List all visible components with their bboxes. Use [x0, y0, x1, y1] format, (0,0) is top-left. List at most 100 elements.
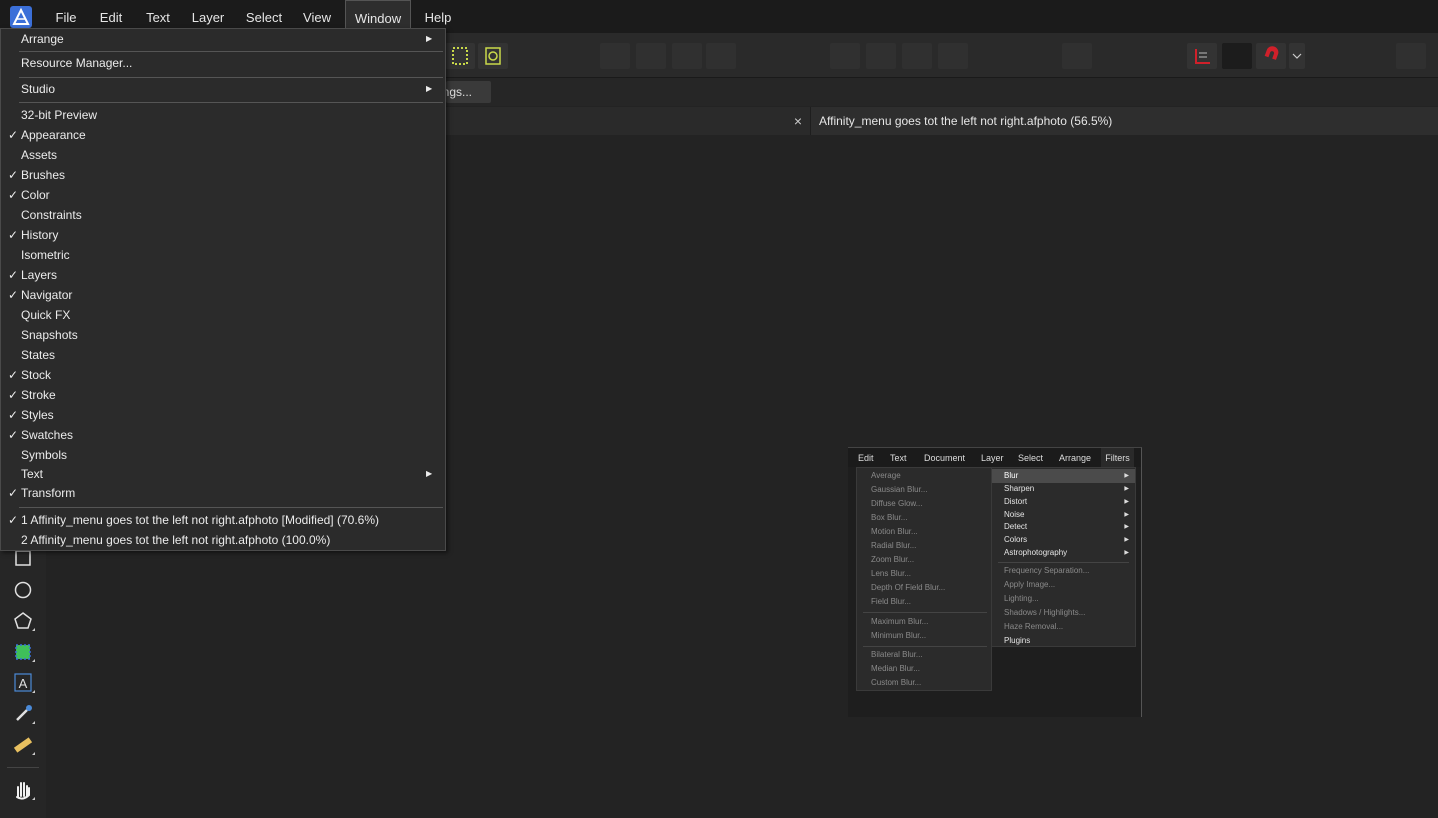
embedded-screenshot: Edit Text Document Layer Select Arrange … [848, 447, 1142, 717]
menu-item-brushes[interactable]: ✓ Brushes [1, 165, 445, 185]
embedded-submenu-arrow-icon: ▶ [1124, 524, 1129, 530]
frame-tool-icon[interactable] [8, 638, 38, 666]
embedded-blur-item: Custom Blur... [871, 678, 922, 687]
embedded-filter-item: Apply Image... [1004, 580, 1056, 589]
embedded-separator [998, 562, 1129, 563]
menu-item-constraints[interactable]: Constraints [1, 205, 445, 225]
embedded-filter-plugins: Plugins [1004, 636, 1031, 645]
ellipse-tool-icon[interactable] [8, 576, 38, 604]
distribute-icon[interactable] [938, 43, 968, 69]
affinity-photo-logo-icon[interactable] [10, 6, 32, 28]
snapping-dropdown-chevron-icon[interactable] [1289, 43, 1305, 69]
arrange-backward-icon[interactable] [636, 43, 666, 69]
embedded-menu-text: Text [890, 453, 907, 463]
embedded-filter-distort: Distort ▶ [992, 495, 1135, 509]
checkmark-icon: ✓ [8, 368, 19, 382]
polygon-tool-icon[interactable] [8, 607, 38, 635]
align-icon[interactable] [902, 43, 932, 69]
submenu-arrow-icon: ▶ [426, 34, 433, 43]
menu-separator [19, 507, 443, 508]
embedded-menu-layer: Layer [981, 453, 1004, 463]
menu-item-styles[interactable]: ✓ Styles [1, 405, 445, 425]
embedded-filter-item: Haze Removal... [1004, 622, 1064, 631]
measure-tool-icon[interactable] [8, 731, 38, 759]
menu-item-color[interactable]: ✓ Color [1, 185, 445, 205]
menu-item-document-1[interactable]: ✓ 1 Affinity_menu goes tot the left not r… [1, 510, 445, 530]
rotate-icon[interactable] [866, 43, 896, 69]
checkmark-icon: ✓ [8, 408, 19, 422]
menu-item-states[interactable]: States [1, 345, 445, 365]
embedded-blur-item: Bilateral Blur... [871, 650, 923, 659]
menu-item-symbols[interactable]: Symbols [1, 445, 445, 465]
embedded-filter-item: Lighting... [1004, 594, 1039, 603]
menu-item-snapshots[interactable]: Snapshots [1, 325, 445, 345]
pixel-preview-icon[interactable] [1222, 43, 1252, 69]
embedded-filter-sharpen: Sharpen ▶ [992, 482, 1135, 496]
embedded-submenu-arrow-icon: ▶ [1124, 537, 1129, 543]
menu-item-navigator[interactable]: ✓ Navigator [1, 285, 445, 305]
checkmark-icon: ✓ [8, 486, 19, 500]
document-tab-2[interactable]: Affinity_menu goes tot the left not righ… [811, 107, 1438, 135]
embedded-blur-item: Gaussian Blur... [871, 485, 928, 494]
checkmark-icon: ✓ [8, 188, 19, 202]
assistant-icon[interactable] [1396, 43, 1426, 69]
menu-item-text[interactable]: Text ▶ [1, 464, 445, 484]
menu-item-studio[interactable]: Studio ▶ [1, 79, 445, 99]
arrange-front-icon[interactable] [706, 43, 736, 69]
menu-item-stroke[interactable]: ✓ Stroke [1, 385, 445, 405]
embedded-blur-item: Diffuse Glow... [871, 499, 923, 508]
embedded-filter-astrophotography: Astrophotography ▶ [992, 546, 1135, 560]
menu-item-arrange[interactable]: Arrange ▶ [1, 29, 445, 49]
checkmark-icon: ✓ [8, 268, 19, 282]
settings-button[interactable]: ings... [446, 81, 491, 103]
snapping-grid-icon[interactable] [1187, 43, 1217, 69]
embedded-blur-item: Field Blur... [871, 597, 912, 606]
embedded-separator [863, 646, 987, 647]
menu-item-32bit-preview[interactable]: 32-bit Preview [1, 105, 445, 125]
text-tool-icon[interactable]: A [8, 669, 38, 697]
menu-item-assets[interactable]: Assets [1, 145, 445, 165]
insert-icon[interactable] [1062, 43, 1092, 69]
selection-box-icon[interactable] [445, 43, 475, 69]
color-picker-tool-icon[interactable] [8, 700, 38, 728]
arrange-forward-icon[interactable] [672, 43, 702, 69]
menu-item-stock[interactable]: ✓ Stock [1, 365, 445, 385]
embedded-blur-item: Median Blur... [871, 664, 920, 673]
menu-item-swatches[interactable]: ✓ Swatches [1, 425, 445, 445]
menu-item-quick-fx[interactable]: Quick FX [1, 305, 445, 325]
embedded-filters-menu: Blur ▶ Sharpen ▶ Distort ▶ Noise ▶ Detect ▶ C… [991, 467, 1136, 647]
tab-close-icon[interactable]: × [790, 107, 806, 135]
checkmark-icon: ✓ [8, 513, 19, 527]
embedded-submenu-arrow-icon: ▶ [1124, 473, 1129, 479]
menu-item-history[interactable]: ✓ History [1, 225, 445, 245]
menu-item-document-2[interactable]: 2 Affinity_menu goes tot the left not ri… [1, 530, 445, 550]
embedded-blur-item: Motion Blur... [871, 527, 918, 536]
embedded-blur-item: Box Blur... [871, 513, 908, 522]
embedded-filter-item: Frequency Separation... [1004, 566, 1090, 575]
embedded-submenu-arrow-icon: ▶ [1124, 486, 1129, 492]
embedded-blur-item: Zoom Blur... [871, 555, 915, 564]
embedded-submenu-arrow-icon: ▶ [1124, 499, 1129, 505]
embedded-filter-detect: Detect ▶ [992, 520, 1135, 534]
tools-separator [7, 767, 39, 768]
embedded-menu-filters: Filters [1101, 448, 1134, 467]
arrange-back-icon[interactable] [600, 43, 630, 69]
embedded-filter-blur: Blur ▶ [992, 469, 1135, 483]
submenu-arrow-icon: ▶ [426, 84, 433, 93]
menu-item-appearance[interactable]: ✓ Appearance [1, 125, 445, 145]
snapping-magnet-icon[interactable] [1256, 43, 1286, 69]
menu-item-resource-manager[interactable]: Resource Manager... [1, 53, 445, 73]
grow-selection-icon[interactable] [478, 43, 508, 69]
embedded-blur-item: Depth Of Field Blur... [871, 583, 946, 592]
document-tab-1[interactable] [446, 107, 810, 135]
hand-tool-icon[interactable] [8, 776, 38, 804]
flip-horizontal-icon[interactable] [830, 43, 860, 69]
checkmark-icon: ✓ [8, 388, 19, 402]
embedded-menu-select: Select [1018, 453, 1044, 463]
menu-separator [19, 102, 443, 103]
menu-item-layers[interactable]: ✓ Layers [1, 265, 445, 285]
menu-item-isometric[interactable]: Isometric [1, 245, 445, 265]
menu-item-transform[interactable]: ✓ Transform [1, 483, 445, 503]
embedded-menubar: Edit Text Document Layer Select Arrange … [848, 448, 1141, 467]
embedded-blur-item: Lens Blur... [871, 569, 912, 578]
